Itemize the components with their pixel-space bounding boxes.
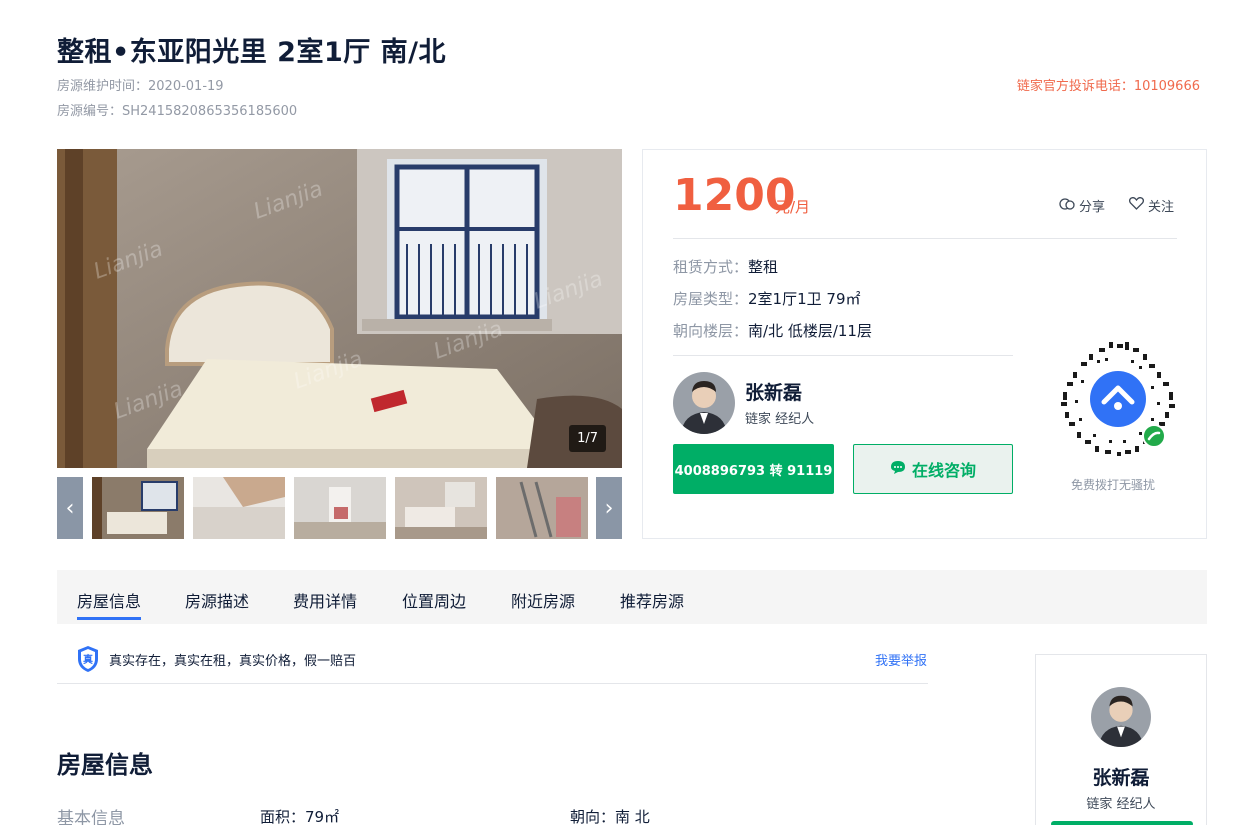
thumbnail-strip: ‹ › xyxy=(57,477,622,539)
miniprogram-qr-code xyxy=(1059,340,1177,458)
tab-house-info[interactable]: 房屋信息 xyxy=(77,588,141,612)
online-consult-label: 在线咨询 xyxy=(911,461,976,480)
tab-recommended[interactable]: 推荐房源 xyxy=(620,588,684,612)
divider xyxy=(57,683,928,684)
side-agent-avatar[interactable] xyxy=(1091,687,1151,747)
lease-type-label: 租赁方式： xyxy=(673,258,749,276)
side-agent-role: 链家 经纪人 xyxy=(1086,797,1156,812)
section-title: 房屋信息 xyxy=(57,751,153,779)
side-agent-card: 张新磊 链家 经纪人 xyxy=(1035,654,1207,825)
house-type-label: 房屋类型： xyxy=(673,290,749,308)
thumb-prev-button[interactable]: ‹ xyxy=(57,477,83,539)
side-agent-name[interactable]: 张新磊 xyxy=(1036,763,1206,790)
agent-role: 链家 经纪人 xyxy=(745,412,815,427)
orientation-floor-value: 南/北 低楼层/11层 xyxy=(748,322,872,340)
tab-location[interactable]: 位置周边 xyxy=(402,588,466,612)
detail-tabs: 房屋信息 房源描述 费用详情 位置周边 附近房源 推荐房源 xyxy=(57,570,1207,624)
call-agent-button[interactable]: 4008896793 转 91119 xyxy=(673,444,834,494)
active-tab-indicator xyxy=(77,617,141,620)
chat-icon xyxy=(890,460,906,479)
orientation-floor-row: 朝向楼层：南/北 低楼层/11层 xyxy=(673,320,872,341)
report-link[interactable]: 我要举报 xyxy=(875,650,927,669)
thumb-next-button[interactable]: › xyxy=(596,477,622,539)
heart-icon xyxy=(1128,197,1145,214)
authenticity-guarantee: 真 真实存在，真实在租，真实价格，假一赔百 xyxy=(77,645,356,673)
lease-type-row: 租赁方式：整租 xyxy=(673,256,778,277)
thumbnail-3[interactable] xyxy=(294,477,386,539)
online-consult-button[interactable]: 在线咨询 xyxy=(853,444,1013,494)
share-button[interactable]: 分享 xyxy=(1059,196,1105,215)
tab-fees[interactable]: 费用详情 xyxy=(293,588,357,612)
area-value: 面积：79㎡ xyxy=(260,808,340,825)
divider xyxy=(673,355,1013,356)
agent-avatar[interactable] xyxy=(673,372,735,434)
qr-caption: 免费拨打无骚扰 xyxy=(1071,478,1156,492)
follow-button[interactable]: 关注 xyxy=(1128,196,1175,215)
shield-icon: 真 xyxy=(77,645,99,673)
rent-unit: 元/月 xyxy=(775,198,811,216)
thumbnail-1[interactable] xyxy=(92,477,184,539)
shield-badge-text: 真 xyxy=(83,655,93,666)
tab-description[interactable]: 房源描述 xyxy=(185,588,249,612)
thumbnail-2[interactable] xyxy=(193,477,285,539)
thumbnail-4[interactable] xyxy=(395,477,487,539)
follow-label: 关注 xyxy=(1148,200,1175,215)
photo-counter: 1/7 xyxy=(569,425,606,452)
main-photo[interactable]: Lianjia Lianjia Lianjia Lianjia Lianjia … xyxy=(57,149,622,468)
orientation-value: 朝向：南 北 xyxy=(570,808,650,825)
listing-title: 整租•东亚阳光里 2室1厅 南/北 xyxy=(57,37,446,68)
listing-id: 房源编号：SH2415820865356185600 xyxy=(57,104,298,119)
tab-nearby[interactable]: 附近房源 xyxy=(511,588,575,612)
side-contact-button[interactable] xyxy=(1051,821,1193,825)
agent-name[interactable]: 张新磊 xyxy=(745,378,802,405)
divider xyxy=(673,238,1177,239)
house-type-value: 2室1厅1卫 79㎡ xyxy=(748,290,861,308)
guarantee-text: 真实存在，真实在租，真实价格，假一赔百 xyxy=(109,653,357,669)
chevron-right-icon: › xyxy=(604,495,614,521)
thumbnail-5[interactable] xyxy=(496,477,588,539)
share-icon xyxy=(1059,197,1075,215)
maintain-time: 房源维护时间：2020-01-19 xyxy=(57,79,224,94)
chevron-left-icon: ‹ xyxy=(65,495,75,521)
complaint-hotline: 链家官方投诉电话：10109666 xyxy=(1016,79,1200,94)
price-panel: 1200 元/月 分享 关注 租赁方式：整租 房屋类型：2室1厅1卫 79㎡ 朝… xyxy=(642,149,1207,539)
share-label: 分享 xyxy=(1079,200,1106,215)
house-type-row: 房屋类型：2室1厅1卫 79㎡ xyxy=(673,288,861,309)
lease-type-value: 整租 xyxy=(748,258,779,276)
basic-info-label: 基本信息 xyxy=(57,809,125,825)
orientation-floor-label: 朝向楼层： xyxy=(673,322,749,340)
